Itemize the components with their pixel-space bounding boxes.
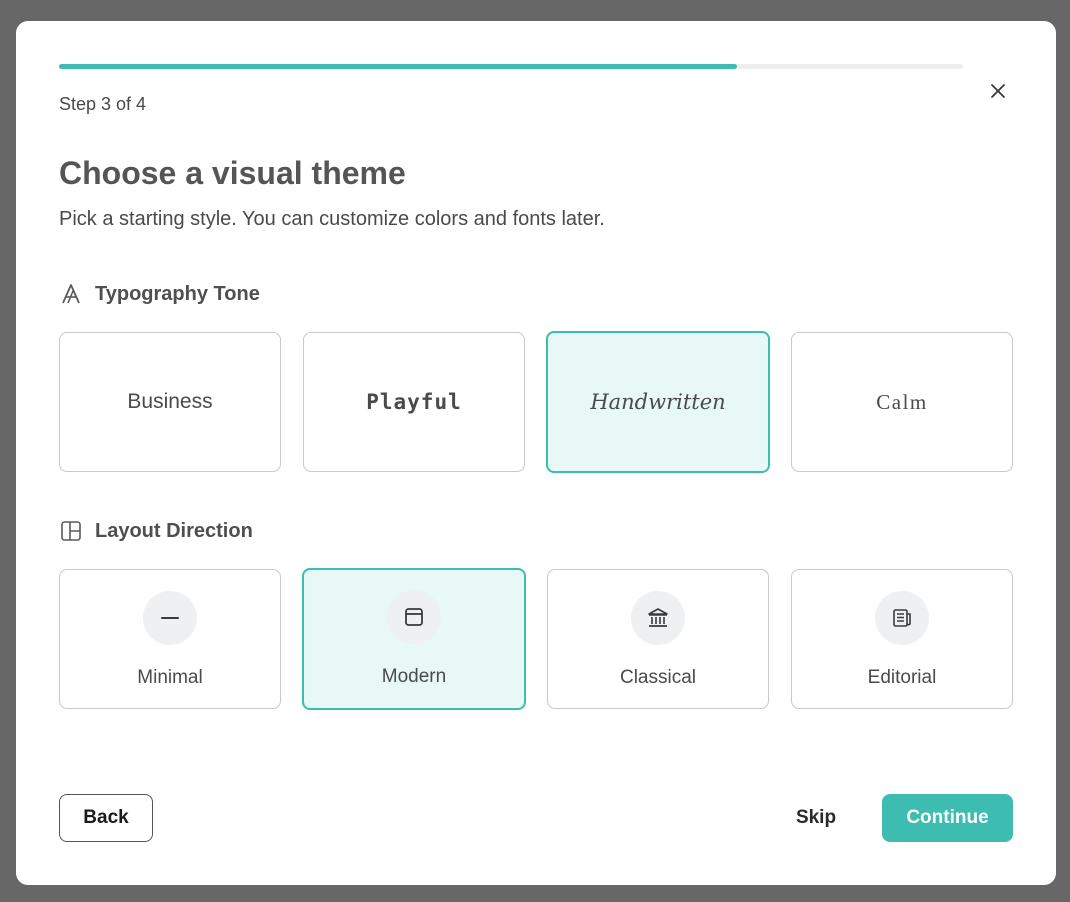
layout-option-icon-wrap (387, 590, 441, 644)
layout-option-label: Classical (619, 667, 697, 688)
continue-button[interactable]: Continue (882, 794, 1013, 842)
layout-option-icon-wrap (875, 591, 929, 645)
layout-option-icon-wrap (143, 591, 197, 645)
progress-bar-fill (59, 64, 737, 69)
typography-icon (59, 282, 83, 306)
close-button[interactable] (986, 79, 1010, 103)
layout-option-editorial[interactable]: Editorial (791, 569, 1013, 709)
step-indicator: Step 3 of 4 (59, 94, 147, 114)
tone-option-playful[interactable]: Playful (303, 332, 525, 472)
tone-option-calm[interactable]: Calm (791, 332, 1013, 472)
typography-section-title: Typography Tone (95, 282, 260, 305)
close-icon (991, 84, 1005, 98)
layout-option-minimal[interactable]: Minimal (59, 569, 281, 709)
layout-option-classical[interactable]: Classical (547, 569, 769, 709)
onboarding-modal: Step 3 of 4 Choose a visual theme Pick a… (16, 21, 1056, 885)
window-icon (405, 608, 423, 626)
tone-option-handwritten[interactable]: Handwritten (546, 331, 770, 473)
skip-button[interactable]: Skip (776, 794, 856, 842)
tone-option-label: Business (127, 390, 213, 413)
layout-section-title: Layout Direction (95, 519, 253, 542)
layout-icon (59, 519, 83, 543)
layout-option-icon-wrap (631, 591, 685, 645)
layout-option-label: Modern (381, 666, 447, 687)
layout-section-header: Layout Direction (59, 519, 253, 543)
newspaper-icon (893, 609, 911, 627)
columns-building-icon (648, 608, 668, 627)
page-subtitle: Pick a starting style. You can customize… (59, 208, 605, 230)
tone-option-label: Handwritten (590, 390, 726, 414)
layout-option-modern[interactable]: Modern (302, 568, 526, 710)
layout-option-label: Minimal (137, 667, 203, 688)
tone-option-label: Playful (366, 390, 462, 414)
progress-bar (59, 64, 963, 69)
typography-section-header: Typography Tone (59, 282, 260, 306)
minus-icon (161, 617, 179, 619)
layout-option-label: Editorial (867, 667, 937, 688)
tone-option-business[interactable]: Business (59, 332, 281, 472)
tone-option-label: Calm (876, 389, 928, 414)
back-button[interactable]: Back (59, 794, 153, 842)
page-title: Choose a visual theme (59, 155, 406, 191)
